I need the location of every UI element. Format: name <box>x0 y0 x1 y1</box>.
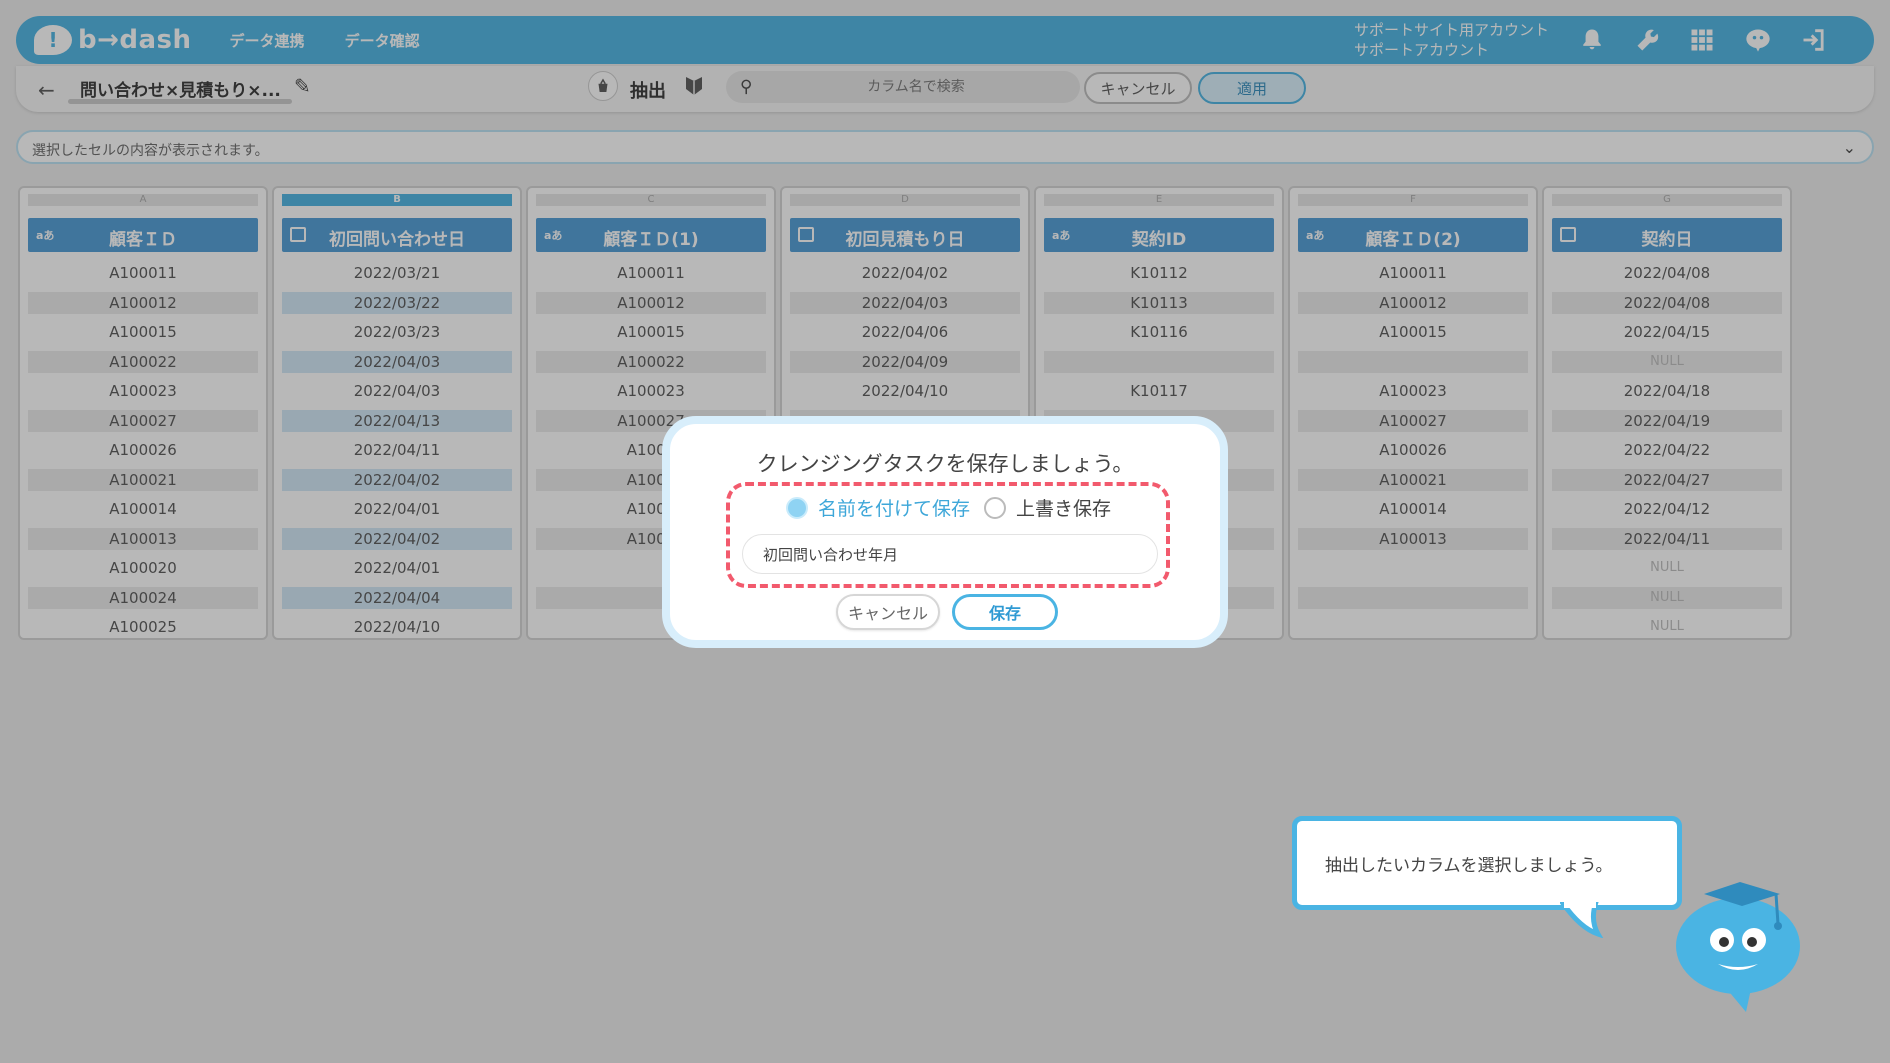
dialog-title: クレンジングタスクを保存しましょう。 <box>756 452 1134 476</box>
radio-selected-indicator[interactable] <box>786 496 808 519</box>
radio-overwrite-label: 上書き保存 <box>1016 498 1112 520</box>
radio-save-as-new-label: 名前を付けて保存 <box>818 498 971 520</box>
mascot-icon <box>1676 882 1800 1012</box>
dialog-cancel-button[interactable]: キャンセル <box>836 594 940 630</box>
dialog-save-button[interactable]: 保存 <box>952 594 1058 630</box>
radio-save-as-new[interactable]: 名前を付けて保存 <box>786 494 970 521</box>
bubble-tail <box>1560 902 1604 938</box>
tutorial-message: 抽出したいカラムを選択しましょう。 <box>1325 855 1613 876</box>
save-task-dialog: クレンジングタスクを保存しましょう。 名前を付けて保存 上書き保存 キャンセル … <box>662 416 1228 648</box>
radio-unselected-indicator[interactable] <box>984 496 1006 519</box>
task-name-input[interactable] <box>742 534 1158 574</box>
radio-overwrite[interactable]: 上書き保存 <box>984 494 1111 521</box>
tutorial-bubble: 抽出したいカラムを選択しましょう。 <box>1292 816 1682 910</box>
